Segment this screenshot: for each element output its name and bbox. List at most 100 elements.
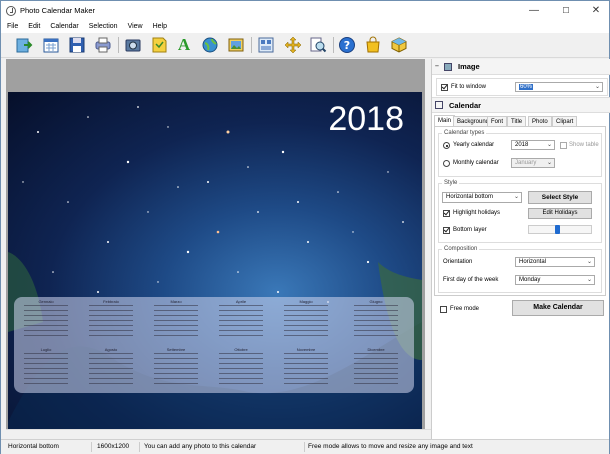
menu-file[interactable]: File	[1, 23, 22, 30]
month-value: January	[515, 160, 537, 166]
orientation-select[interactable]: Horizontal ⌄	[515, 257, 595, 267]
month-block: Aprile	[217, 299, 265, 339]
window-title: Photo Calendar Maker	[20, 6, 96, 15]
yearly-radio[interactable]	[443, 142, 450, 149]
style-select[interactable]: Horizontal bottom ⌄	[442, 192, 522, 203]
help-icon[interactable]: ?	[337, 35, 357, 55]
slider-thumb[interactable]	[555, 225, 560, 234]
camera-icon[interactable]	[123, 35, 143, 55]
opacity-slider[interactable]	[528, 225, 592, 234]
show-table-checkbox[interactable]	[560, 142, 567, 149]
month-block: Marzo	[152, 299, 200, 339]
globe-icon[interactable]	[200, 35, 220, 55]
monthly-label: Monthly calendar	[453, 160, 499, 166]
image-options: Fit to window 60% ⌄	[436, 78, 608, 96]
chevron-down-icon: ⌄	[586, 259, 592, 265]
bottom-layer-checkbox[interactable]	[443, 227, 450, 234]
clipart-icon[interactable]	[149, 35, 169, 55]
menu-view[interactable]: View	[122, 23, 147, 30]
monthly-radio[interactable]	[443, 160, 450, 167]
chevron-down-icon: ⌄	[513, 194, 519, 200]
image-section-icon	[444, 62, 452, 71]
month-block: Novembre	[282, 347, 330, 387]
orientation-label: Orientation	[443, 259, 473, 265]
save-icon[interactable]	[67, 35, 87, 55]
make-calendar-button[interactable]: Make Calendar	[512, 300, 604, 316]
image-icon[interactable]	[226, 35, 246, 55]
style-group: Style Horizontal bottom ⌄ Select Style Hi…	[438, 180, 602, 243]
shopping-bag-icon[interactable]	[363, 35, 383, 55]
canvas-area[interactable]: 2018 Gennaio Febbraio Marzo Aprile Maggi…	[6, 59, 425, 454]
print-icon[interactable]	[93, 35, 113, 55]
zoom-icon[interactable]	[308, 35, 328, 55]
highlight-holidays-checkbox[interactable]	[443, 210, 450, 217]
tab-photo[interactable]: Photo	[528, 116, 552, 126]
yearly-label: Yearly calendar	[453, 142, 495, 148]
status-bar: Horizontal bottom 1600x1200 You can add …	[1, 439, 609, 454]
properties-panel: – Image Fit to window 60% ⌄ Calendar Main…	[431, 59, 610, 439]
month-block: Gennaio	[22, 299, 70, 339]
month-block: Ottobre	[217, 347, 265, 387]
month-block: Luglio	[22, 347, 70, 387]
zoom-select[interactable]: 60% ⌄	[515, 82, 603, 92]
year-select[interactable]: 2018 ⌄	[511, 140, 555, 150]
toolbar: A ?	[1, 33, 609, 58]
status-style: Horizontal bottom	[8, 443, 59, 450]
starfield	[8, 106, 422, 454]
tab-font[interactable]: Font	[487, 116, 508, 126]
free-mode-label: Free mode	[450, 306, 480, 312]
maximize-button[interactable]: ☐	[551, 1, 581, 20]
app-window: Photo Calendar Maker — ☐ ✕ File Edit Cal…	[0, 0, 610, 454]
show-table-label: Show table	[569, 142, 599, 148]
calendar-year[interactable]: 2018	[328, 100, 404, 139]
status-size: 1600x1200	[97, 443, 130, 450]
minimize-button[interactable]: —	[519, 1, 549, 20]
open-photo-icon[interactable]	[14, 35, 34, 55]
chevron-down-icon: ⌄	[546, 160, 552, 166]
free-mode-checkbox[interactable]	[440, 306, 447, 313]
menu-edit[interactable]: Edit	[22, 23, 44, 30]
month-block: Dicembre	[352, 347, 400, 387]
bottom-layer-label: Bottom layer	[453, 227, 487, 233]
title-bar: Photo Calendar Maker — ☐ ✕	[1, 1, 609, 20]
style-title: Style	[442, 180, 460, 186]
app-icon	[6, 5, 16, 16]
fit-to-window-label: Fit to window	[451, 84, 487, 90]
close-button[interactable]: ✕	[581, 1, 610, 20]
first-day-value: Monday	[519, 277, 541, 283]
menu-calendar[interactable]: Calendar	[44, 23, 82, 30]
calendar-table[interactable]: Gennaio Febbraio Marzo Aprile Maggio Giu…	[14, 297, 414, 393]
horizontal-scrollbar[interactable]	[6, 429, 431, 439]
calendar-icon[interactable]	[41, 35, 61, 55]
image-section-header[interactable]: – Image	[432, 59, 610, 75]
zoom-value: 60%	[519, 84, 534, 90]
year-value: 2018	[515, 142, 529, 148]
tab-main[interactable]: Main	[434, 115, 456, 126]
highlight-holidays-label: Highlight holidays	[453, 210, 501, 216]
calendar-section-title: Calendar	[449, 100, 482, 110]
month-block: Febbraio	[87, 299, 135, 339]
calendar-types-title: Calendar types	[442, 130, 487, 136]
status-hint: You can add any photo to this calendar	[144, 443, 257, 450]
box-icon[interactable]	[389, 35, 409, 55]
edit-holidays-button[interactable]: Edit Holidays	[528, 208, 592, 219]
layout-icon[interactable]	[256, 35, 276, 55]
image-section-title: Image	[458, 62, 480, 71]
move-icon[interactable]	[283, 35, 303, 55]
month-select[interactable]: January ⌄	[511, 158, 555, 168]
select-style-button[interactable]: Select Style	[528, 191, 592, 204]
chevron-down-icon: ⌄	[546, 142, 552, 148]
calendar-photo[interactable]: 2018 Gennaio Febbraio Marzo Aprile Maggi…	[8, 92, 422, 454]
menu-bar: File Edit Calendar Selection View Help	[1, 20, 609, 33]
calendar-section-header[interactable]: Calendar	[432, 97, 610, 113]
tab-clipart[interactable]: Clipart	[552, 116, 578, 126]
fit-to-window-checkbox[interactable]	[441, 84, 448, 91]
first-day-select[interactable]: Monday ⌄	[515, 275, 595, 285]
month-block: Maggio	[282, 299, 330, 339]
menu-selection[interactable]: Selection	[83, 23, 122, 30]
chevron-down-icon: ⌄	[586, 277, 592, 283]
tab-title[interactable]: Title	[507, 116, 527, 126]
menu-help[interactable]: Help	[147, 23, 171, 30]
text-icon[interactable]: A	[174, 35, 194, 55]
collapse-icon[interactable]: –	[435, 63, 439, 70]
